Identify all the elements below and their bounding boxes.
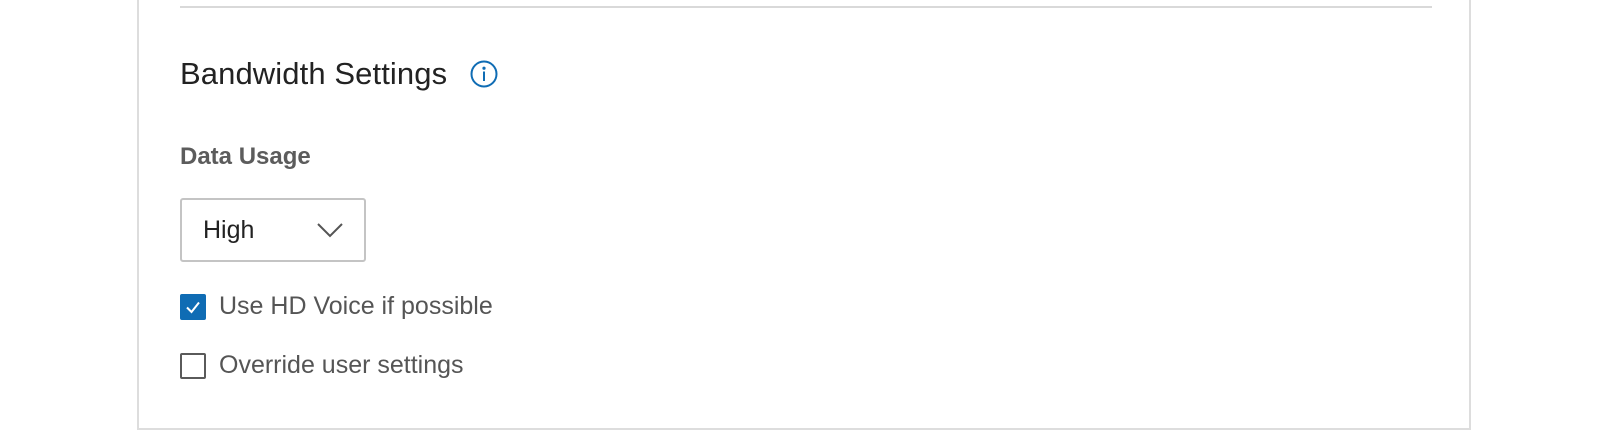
settings-panel: Bandwidth Settings Data Usage High Use H…	[137, 0, 1471, 430]
data-usage-selected-value: High	[203, 215, 255, 244]
hd-voice-option[interactable]: Use HD Voice if possible	[180, 292, 493, 321]
section-title: Bandwidth Settings	[180, 56, 448, 91]
hd-voice-label: Use HD Voice if possible	[219, 292, 493, 320]
override-user-settings-option[interactable]: Override user settings	[180, 351, 464, 380]
data-usage-label: Data Usage	[180, 143, 311, 170]
override-user-settings-checkbox[interactable]	[180, 352, 206, 379]
section-divider	[180, 6, 1432, 8]
hd-voice-checkbox[interactable]	[180, 293, 206, 320]
bandwidth-settings-header: Bandwidth Settings	[180, 54, 499, 94]
chevron-down-icon	[316, 221, 344, 239]
info-circle-icon[interactable]	[469, 59, 499, 89]
data-usage-select[interactable]: High	[180, 198, 366, 262]
override-user-settings-label: Override user settings	[219, 351, 464, 379]
checkmark-icon	[186, 301, 200, 314]
